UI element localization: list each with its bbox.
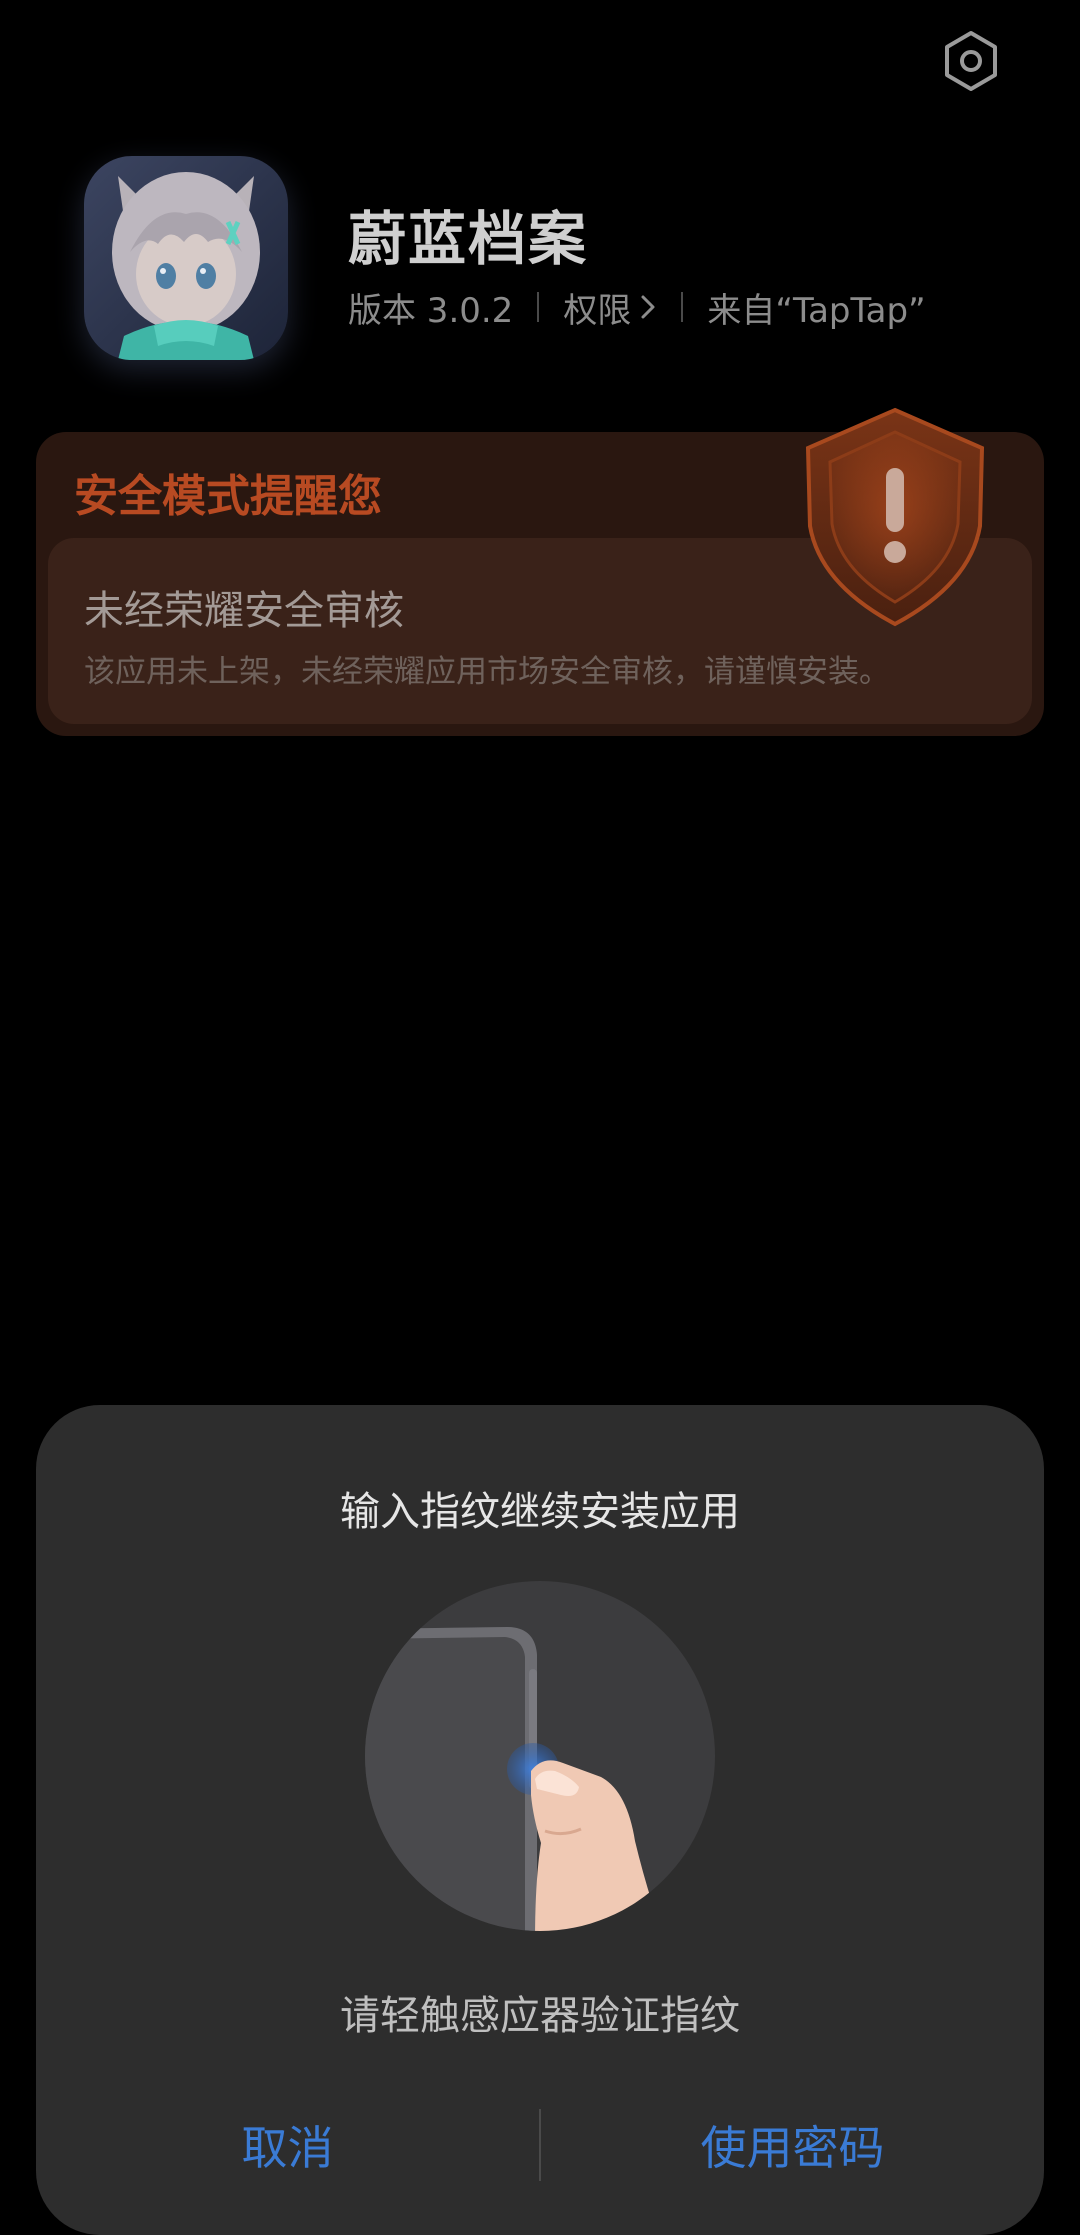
divider	[537, 292, 540, 322]
security-notice-subtitle: 未经荣耀安全审核	[84, 588, 404, 634]
shield-warning-icon	[805, 407, 985, 627]
divider	[681, 292, 684, 322]
app-icon	[84, 156, 288, 360]
cancel-button[interactable]: 取消	[36, 2112, 539, 2178]
fingerprint-side-sensor-illustration	[365, 1581, 715, 1931]
fingerprint-dialog: 输入指纹继续安装应用 请轻触感应器验证指纹 取消 使用密码	[36, 1405, 1044, 2235]
dialog-title: 输入指纹继续安装应用	[340, 1489, 740, 1535]
permissions-label: 权限	[563, 290, 632, 331]
permissions-link[interactable]: 权限	[563, 283, 657, 332]
security-notice-description: 该应用未上架，未经荣耀应用市场安全审核，请谨慎安装。	[84, 654, 890, 690]
settings-button[interactable]	[936, 26, 1006, 96]
app-icon-anime-girl	[84, 156, 288, 360]
chevron-right-icon	[641, 295, 655, 319]
dialog-actions: 取消 使用密码	[36, 2105, 1044, 2185]
gear-icon	[945, 31, 997, 91]
app-version: 版本 3.0.2	[348, 290, 514, 331]
security-notice-title: 安全模式提醒您	[74, 471, 382, 522]
use-password-button[interactable]: 使用密码	[541, 2112, 1044, 2178]
app-source: 来自“TapTap”	[707, 290, 926, 331]
dialog-hint: 请轻触感应器验证指纹	[340, 1993, 740, 2039]
app-name: 蔚蓝档案	[348, 205, 589, 273]
app-meta-row: 版本 3.0.2 权限 来自“TapTap”	[348, 282, 926, 332]
